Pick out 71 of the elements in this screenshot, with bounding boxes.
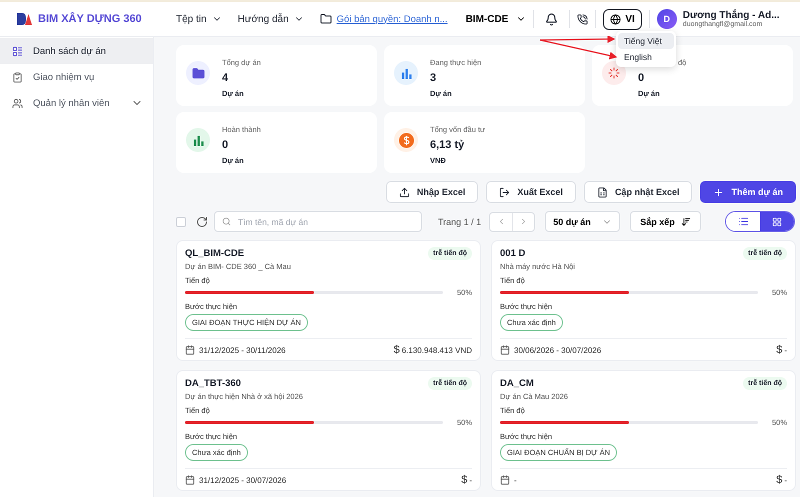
project-code: 001 D xyxy=(500,248,526,259)
action-button[interactable]: Xuất Excel xyxy=(486,181,576,203)
calendar-icon xyxy=(185,475,195,485)
calendar-icon xyxy=(185,345,195,355)
calendar-icon xyxy=(500,475,510,485)
upload-icon xyxy=(398,186,410,198)
action-button[interactable]: Cập nhật Excel xyxy=(584,181,692,203)
stat-value: 0 xyxy=(638,72,646,84)
sidebar-item[interactable]: Giao nhiệm vụ xyxy=(0,64,153,90)
calendar-icon xyxy=(500,345,510,355)
project-code: DA_CM xyxy=(500,378,534,389)
sort-button[interactable]: Sắp xếp xyxy=(630,211,701,232)
currency-symbol: $ xyxy=(394,344,400,356)
budget-amount: - xyxy=(784,476,787,485)
user-avatar[interactable]: D xyxy=(656,9,677,29)
date-range: 31/12/2025 - 30/07/2026 xyxy=(199,476,286,484)
language-option[interactable]: English xyxy=(618,49,674,65)
view-toggle-button[interactable] xyxy=(760,212,794,231)
folder-icon xyxy=(320,13,332,25)
dollar-coin-icon xyxy=(398,132,414,148)
users-icon xyxy=(12,98,23,108)
bar-chart-icon xyxy=(192,134,204,146)
budget-amount: - xyxy=(784,346,787,355)
search-icon xyxy=(222,217,231,226)
spinner-icon xyxy=(608,67,620,79)
bar-chart-icon xyxy=(400,68,412,78)
sidebar-item[interactable]: Danh sách dự án xyxy=(0,38,153,64)
date-range: - xyxy=(514,476,517,484)
folder-icon xyxy=(192,66,204,80)
search-box[interactable]: Tìm tên, mã dự án xyxy=(214,211,422,232)
menu-button[interactable]: Hướng dẫn xyxy=(238,14,304,24)
page-size-select[interactable]: 50 dự án xyxy=(545,211,620,232)
app-logo-text: BIM XÂY DỰNG 360 xyxy=(38,13,142,25)
date-range: 30/06/2026 - 30/07/2026 xyxy=(514,346,602,354)
plus-icon xyxy=(713,186,724,198)
project-code: QL_BIM-CDE xyxy=(185,248,244,259)
page-indicator: Trang 1 / 1 xyxy=(438,216,482,226)
stat-value: 4 xyxy=(222,72,230,84)
currency-symbol: $ xyxy=(461,474,468,486)
refresh-icon[interactable] xyxy=(196,216,208,228)
stat-value: 3 xyxy=(430,72,438,84)
action-button[interactable]: Thêm dự án xyxy=(700,181,796,203)
grid-icon xyxy=(772,216,782,226)
language-option[interactable]: Tiếng Việt xyxy=(618,33,674,49)
notification-icon[interactable] xyxy=(545,12,558,26)
select-all-checkbox[interactable] xyxy=(176,216,186,226)
view-toggle-button[interactable] xyxy=(726,212,760,231)
spreadsheet-icon xyxy=(596,186,608,198)
clipboard-icon xyxy=(12,72,23,82)
date-range: 31/12/2025 - 30/11/2026 xyxy=(199,346,286,354)
search-input[interactable]: Tìm tên, mã dự án xyxy=(236,216,414,228)
stat-value: 6,13 tỷ xyxy=(430,139,466,151)
stat-value: 0 xyxy=(222,139,230,151)
language-button[interactable]: VI xyxy=(603,8,642,30)
menu-button[interactable]: Tệp tin xyxy=(176,14,222,24)
sidebar-item[interactable]: Quản lý nhân viên xyxy=(0,90,153,116)
currency-symbol: $ xyxy=(776,474,782,486)
action-button[interactable]: Nhập Excel xyxy=(386,181,478,203)
license-link[interactable]: Gói bản quyền: Doanh n... xyxy=(336,14,448,24)
sort-icon xyxy=(680,216,691,226)
user-name: Dương Thắng - Ad... xyxy=(682,10,780,21)
phone-icon[interactable] xyxy=(577,14,588,24)
budget-amount: - xyxy=(469,476,472,485)
budget-amount: 6.130.948.413 VND xyxy=(402,346,472,355)
list-icon xyxy=(12,46,23,56)
export-icon xyxy=(499,186,510,198)
currency-symbol: $ xyxy=(776,344,782,356)
project-code: DA_TBT-360 xyxy=(185,378,241,389)
logo-icon xyxy=(16,12,32,26)
workspace-dropdown[interactable]: BIM-CDE xyxy=(466,14,526,24)
globe-icon xyxy=(610,14,622,24)
